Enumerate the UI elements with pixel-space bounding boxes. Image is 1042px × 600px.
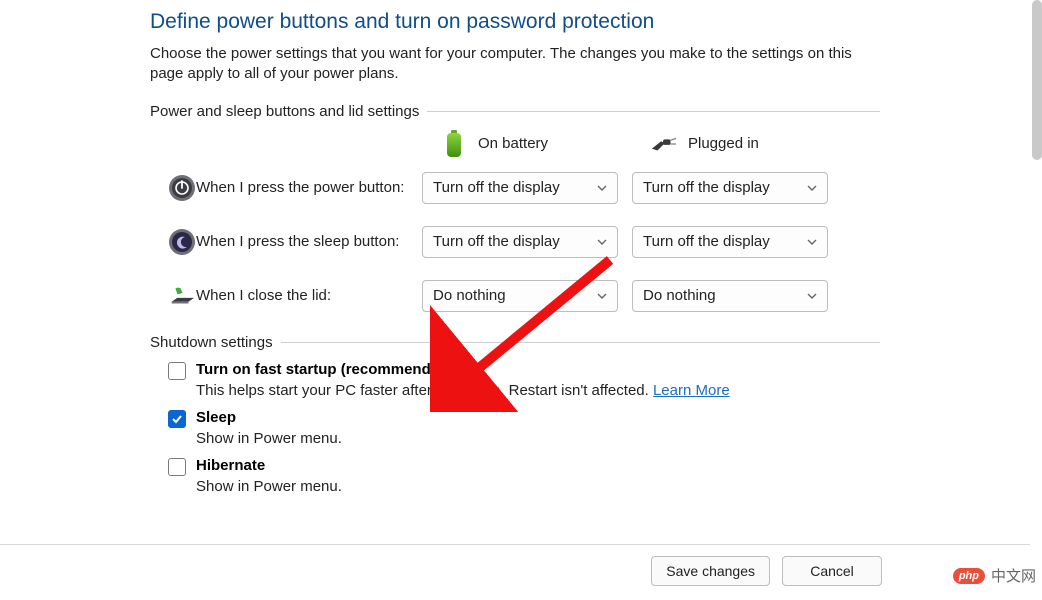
- chevron-down-icon: [597, 291, 607, 301]
- button-row: Save changes Cancel: [0, 556, 1042, 586]
- column-plugged-in: Plugged in: [650, 130, 860, 158]
- php-badge-icon: php: [953, 568, 985, 584]
- checkbox-row-sleep: Sleep: [168, 409, 880, 428]
- select-value: Turn off the display: [433, 179, 560, 196]
- checkbox-description: This helps start your PC faster after sh…: [196, 382, 880, 399]
- checkbox-row-fast-startup: Turn on fast startup (recommended): [168, 361, 880, 380]
- row-close-lid: When I close the lid: Do nothing Do noth…: [150, 280, 880, 312]
- section-power-sleep-lid: Power and sleep buttons and lid settings: [150, 103, 880, 120]
- checkbox-fast-startup[interactable]: [168, 362, 186, 380]
- checkbox-row-hibernate: Hibernate: [168, 457, 880, 476]
- divider: [427, 111, 880, 112]
- content-area: Define power buttons and turn on passwor…: [0, 0, 880, 495]
- plug-icon: [650, 130, 678, 158]
- lid-icon: [150, 284, 196, 308]
- shutdown-settings-list: Turn on fast startup (recommended) This …: [150, 361, 880, 495]
- select-value: Do nothing: [643, 287, 716, 304]
- watermark: php 中文网: [953, 565, 1036, 586]
- checkbox-description: Show in Power menu.: [196, 430, 880, 447]
- section-label: Power and sleep buttons and lid settings: [150, 103, 427, 120]
- select-power-battery[interactable]: Turn off the display: [422, 172, 618, 204]
- row-power-button: When I press the power button: Turn off …: [150, 172, 880, 204]
- select-value: Turn off the display: [433, 233, 560, 250]
- divider: [0, 544, 1030, 545]
- select-lid-battery[interactable]: Do nothing: [422, 280, 618, 312]
- checkbox-label: Sleep: [196, 409, 236, 426]
- save-button[interactable]: Save changes: [651, 556, 770, 586]
- divider: [281, 342, 880, 343]
- select-value: Turn off the display: [643, 233, 770, 250]
- cancel-button[interactable]: Cancel: [782, 556, 882, 586]
- checkbox-label: Hibernate: [196, 457, 265, 474]
- checkbox-description: Show in Power menu.: [196, 478, 880, 495]
- chevron-down-icon: [807, 183, 817, 193]
- checkbox-hibernate[interactable]: [168, 458, 186, 476]
- row-label: When I press the power button:: [196, 179, 422, 196]
- section-shutdown: Shutdown settings: [150, 334, 880, 351]
- select-power-plugged[interactable]: Turn off the display: [632, 172, 828, 204]
- section-label: Shutdown settings: [150, 334, 281, 351]
- chevron-down-icon: [597, 183, 607, 193]
- select-value: Do nothing: [433, 287, 506, 304]
- checkbox-label: Turn on fast startup (recommended): [196, 361, 453, 378]
- row-label: When I close the lid:: [196, 287, 422, 304]
- select-sleep-plugged[interactable]: Turn off the display: [632, 226, 828, 258]
- column-headers: On battery Plugged in: [150, 130, 880, 158]
- chevron-down-icon: [807, 291, 817, 301]
- page-title: Define power buttons and turn on passwor…: [150, 10, 880, 34]
- select-lid-plugged[interactable]: Do nothing: [632, 280, 828, 312]
- scrollbar-thumb[interactable]: [1032, 0, 1042, 160]
- power-icon: [150, 174, 196, 202]
- column-label: Plugged in: [688, 135, 759, 152]
- select-value: Turn off the display: [643, 179, 770, 196]
- watermark-text: 中文网: [991, 565, 1036, 586]
- learn-more-link[interactable]: Learn More: [653, 382, 730, 399]
- chevron-down-icon: [807, 237, 817, 247]
- sleep-icon: [150, 228, 196, 256]
- column-on-battery: On battery: [440, 130, 650, 158]
- power-options-page: Define power buttons and turn on passwor…: [0, 0, 1042, 600]
- column-label: On battery: [478, 135, 548, 152]
- battery-icon: [440, 130, 468, 158]
- row-label: When I press the sleep button:: [196, 233, 422, 250]
- chevron-down-icon: [597, 237, 607, 247]
- row-sleep-button: When I press the sleep button: Turn off …: [150, 226, 880, 258]
- select-sleep-battery[interactable]: Turn off the display: [422, 226, 618, 258]
- page-description: Choose the power settings that you want …: [150, 44, 870, 85]
- checkbox-sleep[interactable]: [168, 410, 186, 428]
- scrollbar[interactable]: [1028, 0, 1042, 600]
